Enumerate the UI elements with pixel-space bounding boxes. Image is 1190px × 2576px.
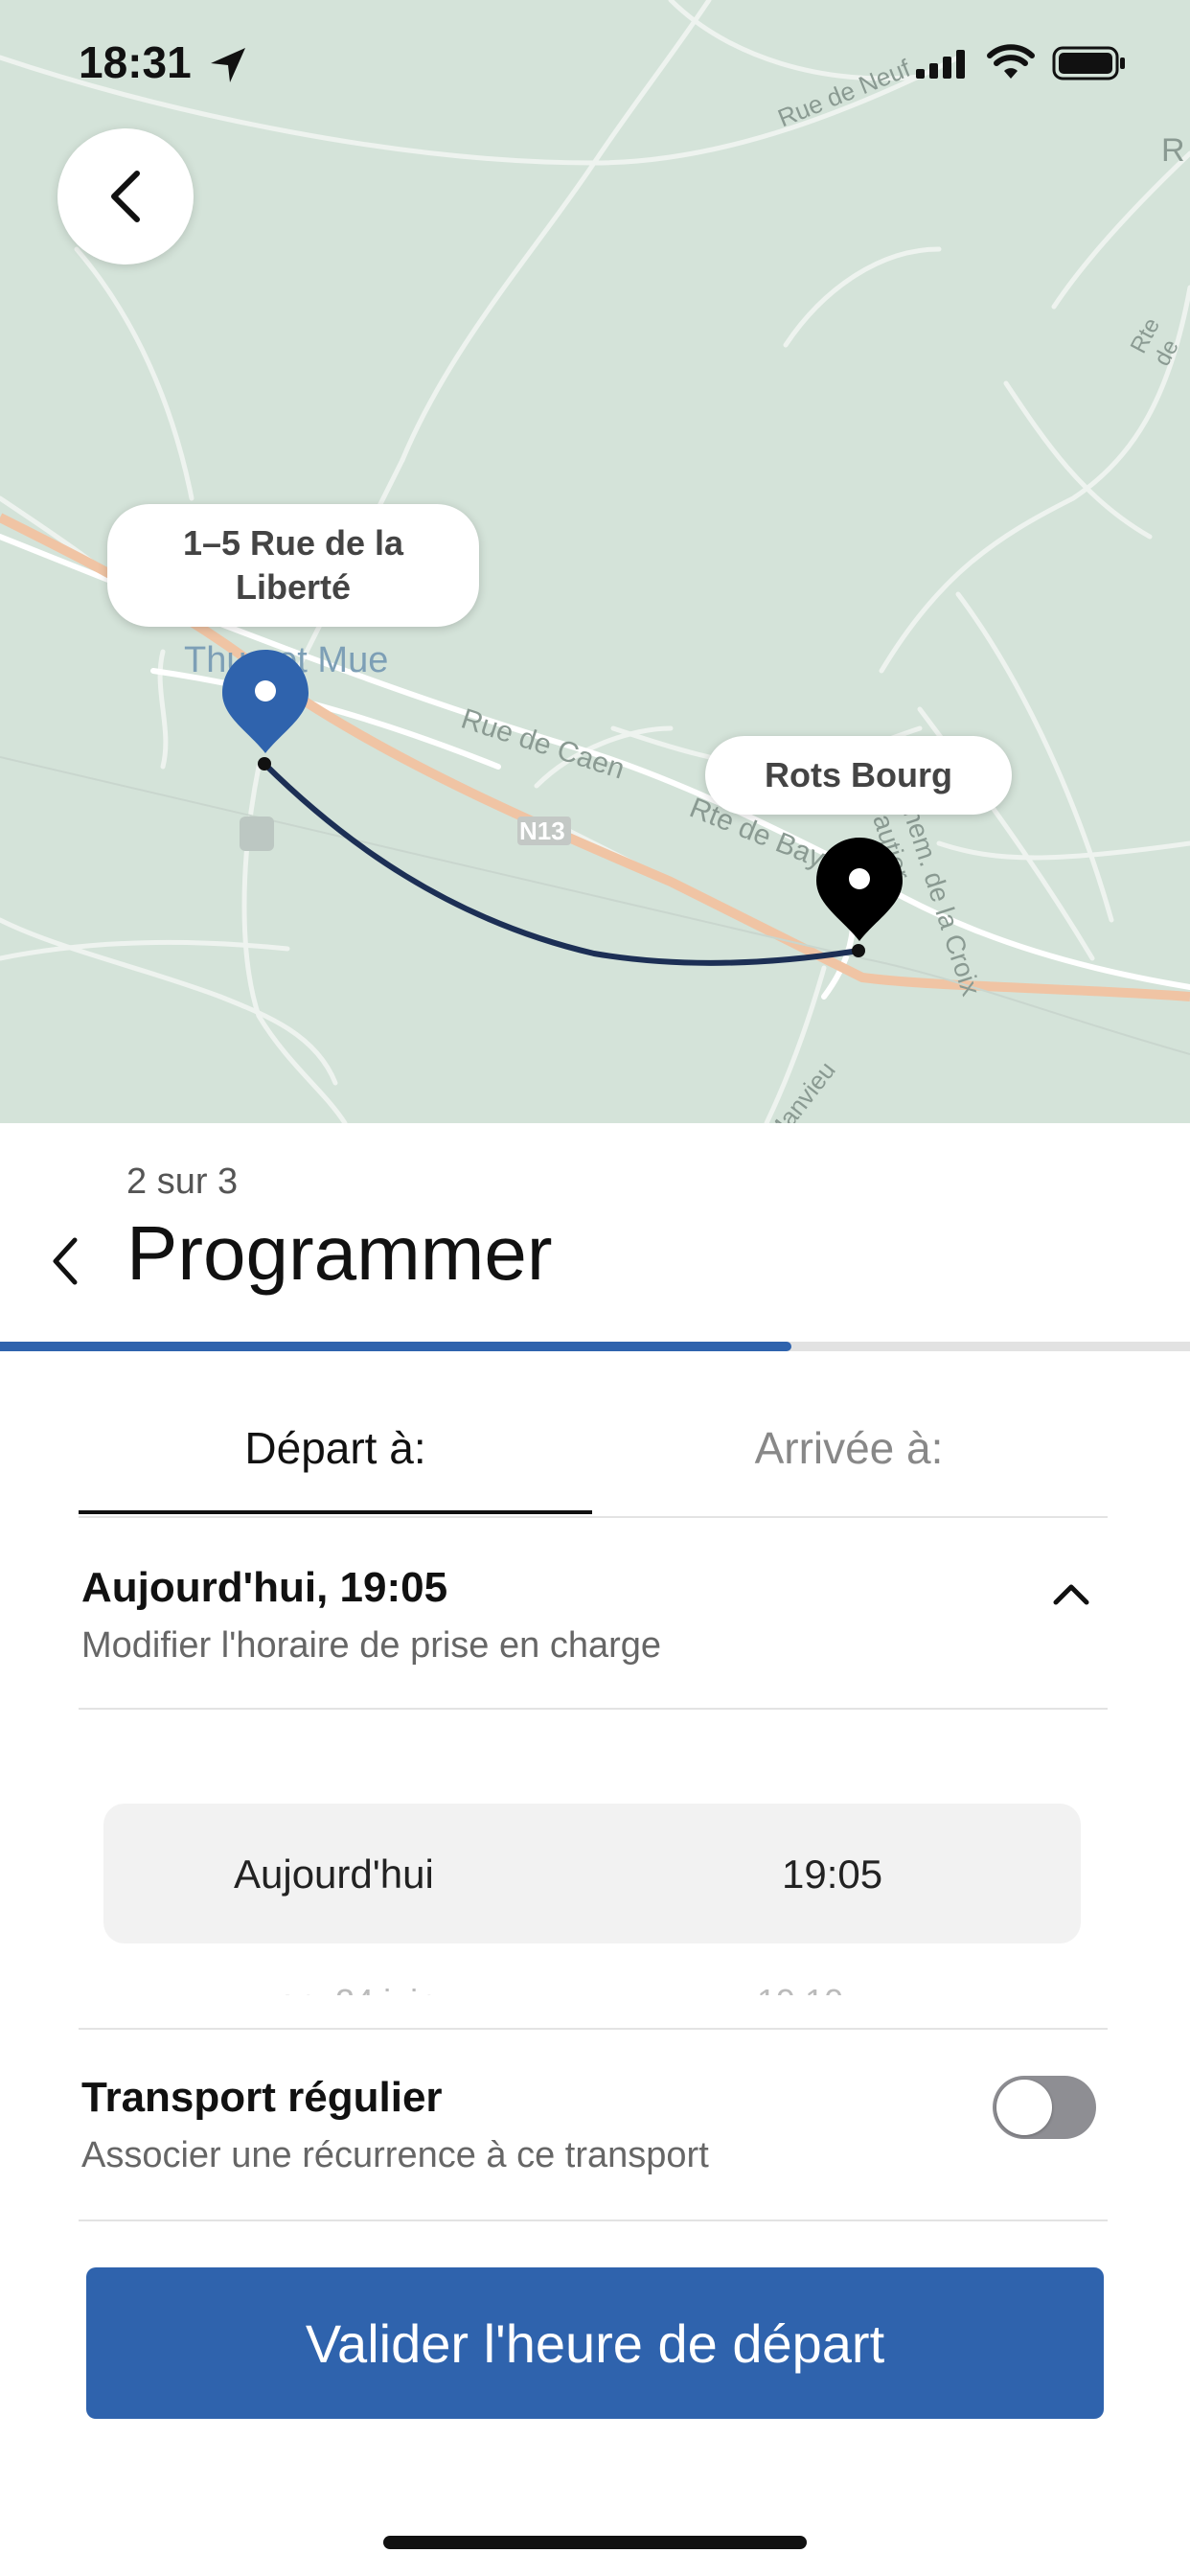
recurrence-subtitle: Associer une récurrence à ce transport bbox=[81, 2135, 709, 2175]
step-indicator: 2 sur 3 bbox=[126, 1162, 239, 1202]
recurrence-title: Transport régulier bbox=[81, 2074, 443, 2121]
pickup-time-subtitle: Modifier l'horaire de prise en charge bbox=[81, 1625, 662, 1666]
destination-address-label: Rots Bourg bbox=[705, 736, 1012, 815]
toggle-knob bbox=[996, 2080, 1052, 2135]
cellular-signal-icon bbox=[916, 50, 965, 79]
origin-pin-icon[interactable] bbox=[220, 648, 310, 755]
destination-pin-icon[interactable] bbox=[814, 836, 904, 943]
progress-bar bbox=[0, 1342, 1190, 1351]
status-time: 18:31 bbox=[79, 37, 192, 87]
picker-time-value[interactable]: 19:05 bbox=[782, 1852, 882, 1898]
location-arrow-icon bbox=[211, 48, 245, 82]
tab-arrival[interactable]: Arrivée à: bbox=[592, 1422, 1106, 1474]
map-label-street: R bbox=[1161, 132, 1185, 169]
battery-icon bbox=[1052, 46, 1125, 80]
tab-departure[interactable]: Départ à: bbox=[79, 1422, 592, 1474]
wifi-icon bbox=[987, 44, 1035, 79]
divider bbox=[79, 1516, 1108, 1518]
recurrence-toggle[interactable] bbox=[993, 2076, 1096, 2139]
map-label-road-number: N13 bbox=[519, 816, 565, 845]
map-back-button[interactable] bbox=[57, 128, 194, 264]
picker-clip bbox=[57, 1995, 1131, 2028]
status-bar: 18:31 bbox=[0, 0, 1190, 125]
chevron-left-icon bbox=[111, 171, 140, 222]
progress-fill bbox=[0, 1342, 791, 1351]
confirm-departure-button[interactable]: Valider l'heure de départ bbox=[86, 2267, 1104, 2419]
chevron-up-icon[interactable] bbox=[1050, 1577, 1092, 1608]
origin-address-label: 1–5 Rue de la Liberté bbox=[107, 504, 479, 627]
home-indicator bbox=[383, 2536, 807, 2549]
pickup-time-title[interactable]: Aujourd'hui, 19:05 bbox=[81, 1564, 447, 1612]
divider bbox=[79, 2028, 1108, 2030]
divider bbox=[79, 1708, 1108, 1710]
active-tab-indicator bbox=[79, 1510, 592, 1514]
picker-day-value[interactable]: Aujourd'hui bbox=[234, 1852, 434, 1898]
sheet-back-button[interactable] bbox=[46, 1232, 84, 1290]
divider bbox=[79, 2220, 1108, 2221]
page-title: Programmer bbox=[126, 1210, 553, 1296]
